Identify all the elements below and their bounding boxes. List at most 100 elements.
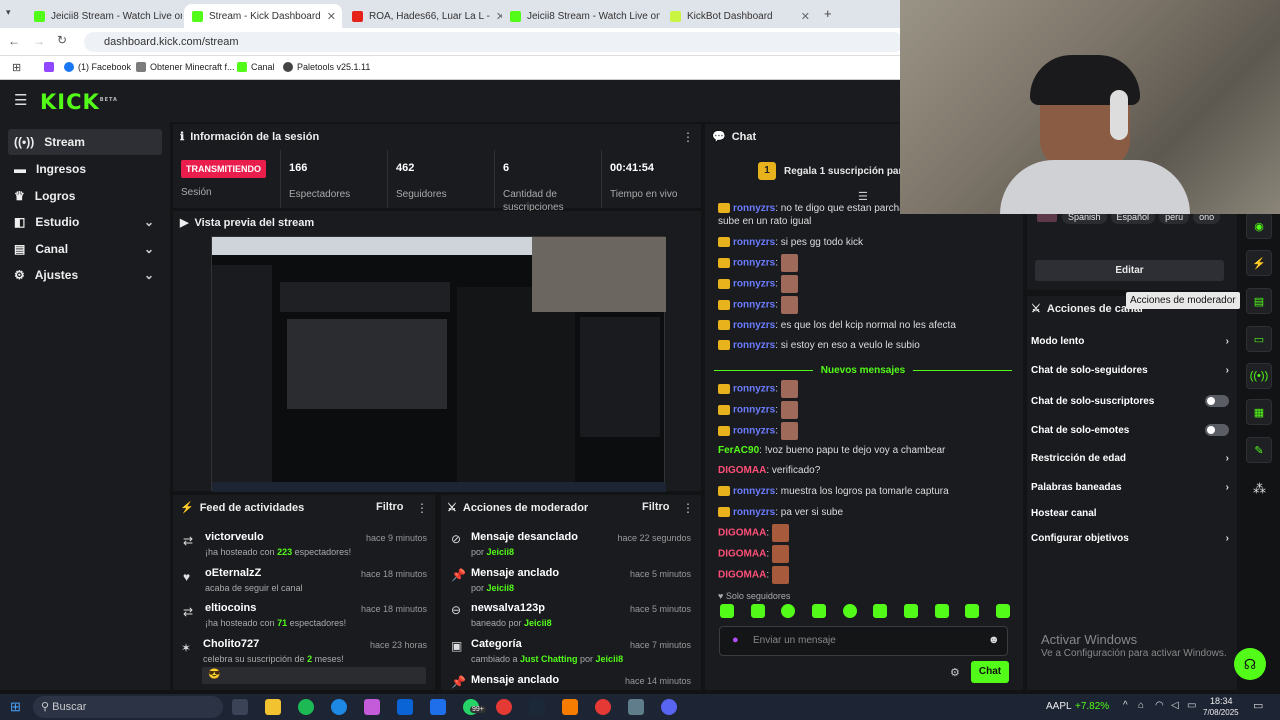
apps-icon[interactable]: ⊞ <box>12 61 21 74</box>
bookmark-twitch[interactable] <box>44 62 54 72</box>
browser-tab[interactable]: Jeicii8 Stream - Watch Live on K✕ <box>26 4 182 28</box>
vlc-icon[interactable] <box>562 699 578 715</box>
menu-icon[interactable]: ☰ <box>14 91 27 109</box>
app-icon[interactable] <box>628 699 644 715</box>
age-restriction-item[interactable]: Restricción de edad › <box>1031 453 1229 464</box>
send-chat-button[interactable]: Chat <box>971 661 1009 683</box>
activity-user[interactable]: eltiocoins <box>205 602 256 614</box>
notifications-icon[interactable]: ▭ <box>1253 699 1263 712</box>
emote-icon[interactable] <box>750 604 765 618</box>
activity-user[interactable]: Cholito727 <box>203 638 259 650</box>
emote-icon[interactable] <box>842 604 857 618</box>
bookmark-facebook[interactable]: (1) Facebook <box>64 62 131 72</box>
activity-user[interactable]: victorveulo <box>205 531 264 543</box>
taskbar-search[interactable]: ⚲ Buscar <box>33 696 223 718</box>
edge-icon[interactable] <box>331 699 347 715</box>
sidebar-item-logros[interactable]: ♛ Logros <box>8 183 162 209</box>
emote-icon[interactable] <box>873 604 888 618</box>
emote-icon[interactable] <box>720 604 734 618</box>
back-icon[interactable]: ← <box>8 34 20 48</box>
stock-ticker[interactable]: AAPL <box>1046 701 1072 712</box>
rail-apps-icon[interactable]: ⁂ <box>1253 481 1266 497</box>
browser-tab[interactable]: KickBot Dashboard ✕ <box>662 4 818 28</box>
followers-only-item[interactable]: Chat de solo-seguidores › <box>1031 365 1229 376</box>
spotify-icon[interactable] <box>298 699 314 715</box>
chat-username[interactable]: ronnyzrs <box>733 237 775 248</box>
chat-username[interactable]: ronnyzrs <box>733 426 775 437</box>
desc-category[interactable]: Just Chatting <box>520 654 578 664</box>
chat-username[interactable]: DIGOMAA <box>718 549 766 560</box>
desc-user[interactable]: Jeicii8 <box>487 547 515 557</box>
rail-camera-icon[interactable]: ◉ <box>1246 213 1272 239</box>
chat-input[interactable]: ● Enviar un mensaje ☻ <box>719 626 1008 656</box>
emote-icon[interactable] <box>995 604 1010 618</box>
mic-icon[interactable]: ● <box>732 634 739 646</box>
rail-wrench-icon[interactable]: ✎ <box>1246 437 1272 463</box>
rail-layout-icon[interactable]: ▦ <box>1246 399 1272 425</box>
close-icon[interactable]: ✕ <box>801 10 810 23</box>
chat-username[interactable]: ronnyzrs <box>733 405 775 416</box>
rail-broadcast-icon[interactable]: ((•)) <box>1246 363 1272 389</box>
forward-icon[interactable]: → <box>33 34 45 48</box>
desc-user[interactable]: Jeicii8 <box>487 583 515 593</box>
emote-icon[interactable] <box>781 604 796 618</box>
chat-username[interactable]: ronnyzrs <box>733 320 775 331</box>
chat-username[interactable]: DIGOMAA <box>718 528 766 539</box>
sidebar-item-estudio[interactable]: ◧ Estudio ⌄ <box>8 209 162 235</box>
chat-username[interactable]: ronnyzrs <box>733 300 775 311</box>
desc-user[interactable]: Jeicii8 <box>524 618 552 628</box>
banned-words-item[interactable]: Palabras baneadas › <box>1031 482 1229 493</box>
activity-user[interactable]: oEternalzZ <box>205 567 261 579</box>
tray-chevron-up-icon[interactable]: ^ <box>1123 700 1128 711</box>
slow-mode-item[interactable]: Modo lento › <box>1031 336 1229 347</box>
url-field[interactable]: dashboard.kick.com/stream <box>84 32 904 52</box>
rail-chat-icon[interactable]: ▭ <box>1246 326 1272 352</box>
browser-tab[interactable]: Jeicii8 Stream - Watch Live on K✕ <box>502 4 660 28</box>
browser-tab[interactable]: ROA, Hades66, Luar La L - ✕ <box>344 4 502 28</box>
reload-icon[interactable]: ↻ <box>57 33 67 47</box>
host-channel-item[interactable]: Hostear canal <box>1031 508 1229 519</box>
emote-icon[interactable] <box>811 604 826 618</box>
clock-time[interactable]: 18:34 <box>1210 696 1233 706</box>
chat-username[interactable]: DIGOMAA <box>718 570 766 581</box>
tray-battery-icon[interactable]: ▭ <box>1187 700 1196 711</box>
store-icon[interactable] <box>430 699 446 715</box>
help-icon[interactable]: ☊ <box>1234 648 1266 680</box>
discord-icon[interactable] <box>661 699 677 715</box>
chat-username[interactable]: ronnyzrs <box>733 279 775 290</box>
more-icon[interactable]: ⋮ <box>682 130 694 144</box>
rail-lightning-icon[interactable]: ⚡ <box>1246 250 1272 276</box>
chat-username[interactable]: FerAC90 <box>718 445 759 456</box>
kick-logo[interactable]: KICKBETA <box>40 90 118 114</box>
more-icon[interactable]: ⋮ <box>682 501 694 515</box>
more-icon[interactable]: ⋮ <box>416 501 428 515</box>
desc-user[interactable]: Jeicii8 <box>596 654 624 664</box>
chat-username[interactable]: ronnyzrs <box>733 340 775 351</box>
chat-username[interactable]: ronnyzrs <box>733 507 775 518</box>
sidebar-item-ajustes[interactable]: ⚙ Ajustes ⌄ <box>8 262 162 288</box>
obs-icon[interactable] <box>595 699 611 715</box>
chat-settings-icon[interactable]: ⚙ <box>950 666 960 679</box>
new-tab-icon[interactable]: + <box>824 6 832 21</box>
rail-notes-icon[interactable]: ▤ <box>1246 288 1272 314</box>
browser-tab-active[interactable]: Stream - Kick Dashboard ✕ <box>184 4 342 28</box>
chat-username[interactable]: ronnyzrs <box>733 258 775 269</box>
copilot-icon[interactable] <box>364 699 380 715</box>
emote-icon[interactable] <box>934 604 949 618</box>
activity-filter-button[interactable]: Filtro <box>376 501 404 513</box>
tray-volume-icon[interactable]: ◁ <box>1171 700 1179 711</box>
close-icon[interactable]: ✕ <box>327 10 336 23</box>
tray-network-icon[interactable]: ⌂ <box>1138 700 1144 711</box>
windows-start-icon[interactable]: ⊞ <box>10 699 21 715</box>
sidebar-item-stream[interactable]: ((•)) Stream <box>8 129 162 155</box>
sidebar-item-ingresos[interactable]: ▬ Ingresos <box>8 156 162 182</box>
clock-date[interactable]: 7/08/2025 <box>1203 708 1239 717</box>
stream-preview-video[interactable] <box>211 236 666 492</box>
sidebar-item-canal[interactable]: ▤ Canal ⌄ <box>8 236 162 262</box>
edit-button[interactable]: Editar <box>1035 260 1224 281</box>
emoji-icon[interactable]: ☻ <box>988 634 1000 646</box>
task-view-icon[interactable] <box>232 699 248 715</box>
configure-goals-item[interactable]: Configurar objetivos › <box>1031 533 1229 544</box>
bookmark-canal[interactable]: Canal <box>237 62 275 72</box>
chrome-icon[interactable] <box>496 699 512 715</box>
